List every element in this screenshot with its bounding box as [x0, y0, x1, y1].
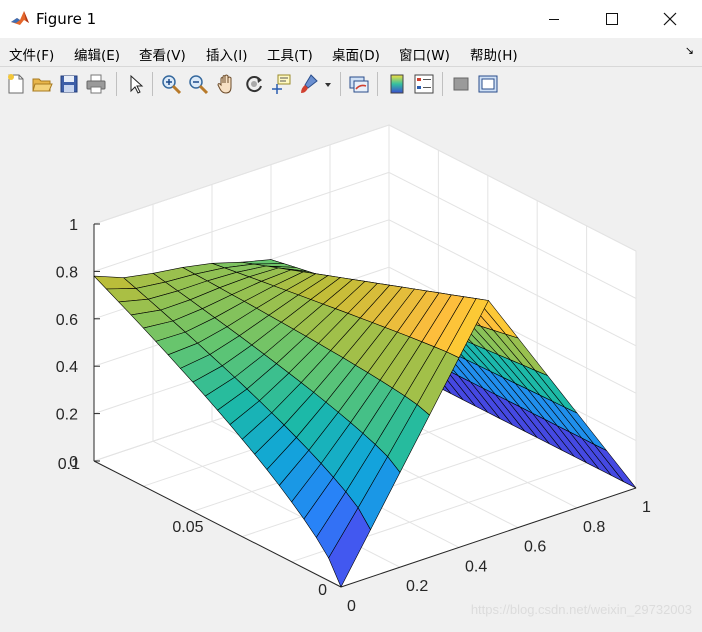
- y-tick-label: 0.05: [172, 519, 203, 536]
- y-tick-label: 0.1: [58, 456, 80, 473]
- insert-legend-icon[interactable]: [413, 73, 435, 95]
- window-title: Figure 1: [36, 10, 97, 28]
- dock-arrow-icon[interactable]: ↘: [685, 44, 694, 57]
- data-cursor-icon[interactable]: [270, 73, 292, 95]
- maximize-icon: [606, 13, 618, 25]
- toolbar-separator: [116, 72, 117, 96]
- z-tick-label: 0.2: [56, 407, 78, 424]
- toolbar: [0, 66, 702, 102]
- menu-insert[interactable]: 插入(I): [206, 44, 248, 64]
- close-icon: [663, 12, 677, 26]
- x-tick-label: 0.8: [583, 519, 605, 536]
- minimize-icon: [549, 19, 559, 20]
- toolbar-separator: [377, 72, 378, 96]
- open-file-icon[interactable]: [31, 73, 53, 95]
- brush-dropdown-icon[interactable]: [322, 73, 334, 95]
- zoom-out-icon[interactable]: [187, 73, 209, 95]
- minimize-button[interactable]: [531, 0, 577, 38]
- new-figure-icon[interactable]: [5, 73, 27, 95]
- menu-bar: 文件(F) 编辑(E) 查看(V) 插入(I) 工具(T) 桌面(D) 窗口(W…: [0, 38, 702, 66]
- maximize-button[interactable]: [589, 0, 635, 38]
- hide-plot-tools-icon[interactable]: [450, 73, 472, 95]
- x-tick-label: 0: [347, 598, 356, 615]
- surface-plot-axes[interactable]: 00.20.40.60.8100.050.100.20.40.60.81 htt…: [0, 101, 702, 628]
- menu-window[interactable]: 窗口(W): [399, 44, 450, 64]
- toolbar-separator: [442, 72, 443, 96]
- edit-plot-pointer-icon[interactable]: [125, 73, 147, 95]
- z-tick-label: 0.4: [56, 359, 78, 376]
- menu-desktop[interactable]: 桌面(D): [332, 44, 380, 64]
- matlab-logo-icon: [10, 9, 30, 29]
- toolbar-separator: [152, 72, 153, 96]
- figure-window: Figure 1 文件(F) 编辑(E) 查看(V) 插入(I) 工具(T) 桌…: [0, 0, 702, 628]
- title-bar: Figure 1: [0, 0, 702, 38]
- link-plot-icon[interactable]: [348, 73, 370, 95]
- insert-colorbar-icon[interactable]: [386, 73, 408, 95]
- z-tick-label: 0.8: [56, 264, 78, 281]
- menu-tools[interactable]: 工具(T): [267, 44, 313, 64]
- figure-canvas[interactable]: 0 0.2 0.4 0.6 0.8 1 0 0.05 0.1 0 0.2 0.4 0.6 0.8 1 htt…: [0, 101, 702, 628]
- show-plot-tools-icon[interactable]: [477, 73, 499, 95]
- x-tick-label: 0.6: [524, 539, 546, 556]
- menu-edit[interactable]: 编辑(E): [74, 44, 120, 64]
- toolbar-separator: [340, 72, 341, 96]
- z-tick-label: 1: [69, 217, 78, 234]
- menu-help[interactable]: 帮助(H): [470, 44, 518, 64]
- x-tick-label: 0.2: [406, 578, 428, 595]
- rotate-3d-icon[interactable]: [243, 73, 265, 95]
- save-icon[interactable]: [58, 73, 80, 95]
- menu-view[interactable]: 查看(V): [139, 44, 186, 64]
- close-button[interactable]: [647, 0, 693, 38]
- menu-file[interactable]: 文件(F): [9, 44, 54, 64]
- z-tick-label: 0.6: [56, 312, 78, 329]
- x-tick-label: 0.4: [465, 558, 487, 575]
- pan-hand-icon[interactable]: [215, 73, 237, 95]
- watermark-text: https://blog.csdn.net/weixin_29732003: [471, 602, 692, 617]
- x-tick-label: 1: [642, 499, 651, 516]
- y-tick-label: 0: [318, 582, 327, 599]
- zoom-in-icon[interactable]: [160, 73, 182, 95]
- brush-icon[interactable]: [298, 73, 320, 95]
- print-icon[interactable]: [85, 73, 107, 95]
